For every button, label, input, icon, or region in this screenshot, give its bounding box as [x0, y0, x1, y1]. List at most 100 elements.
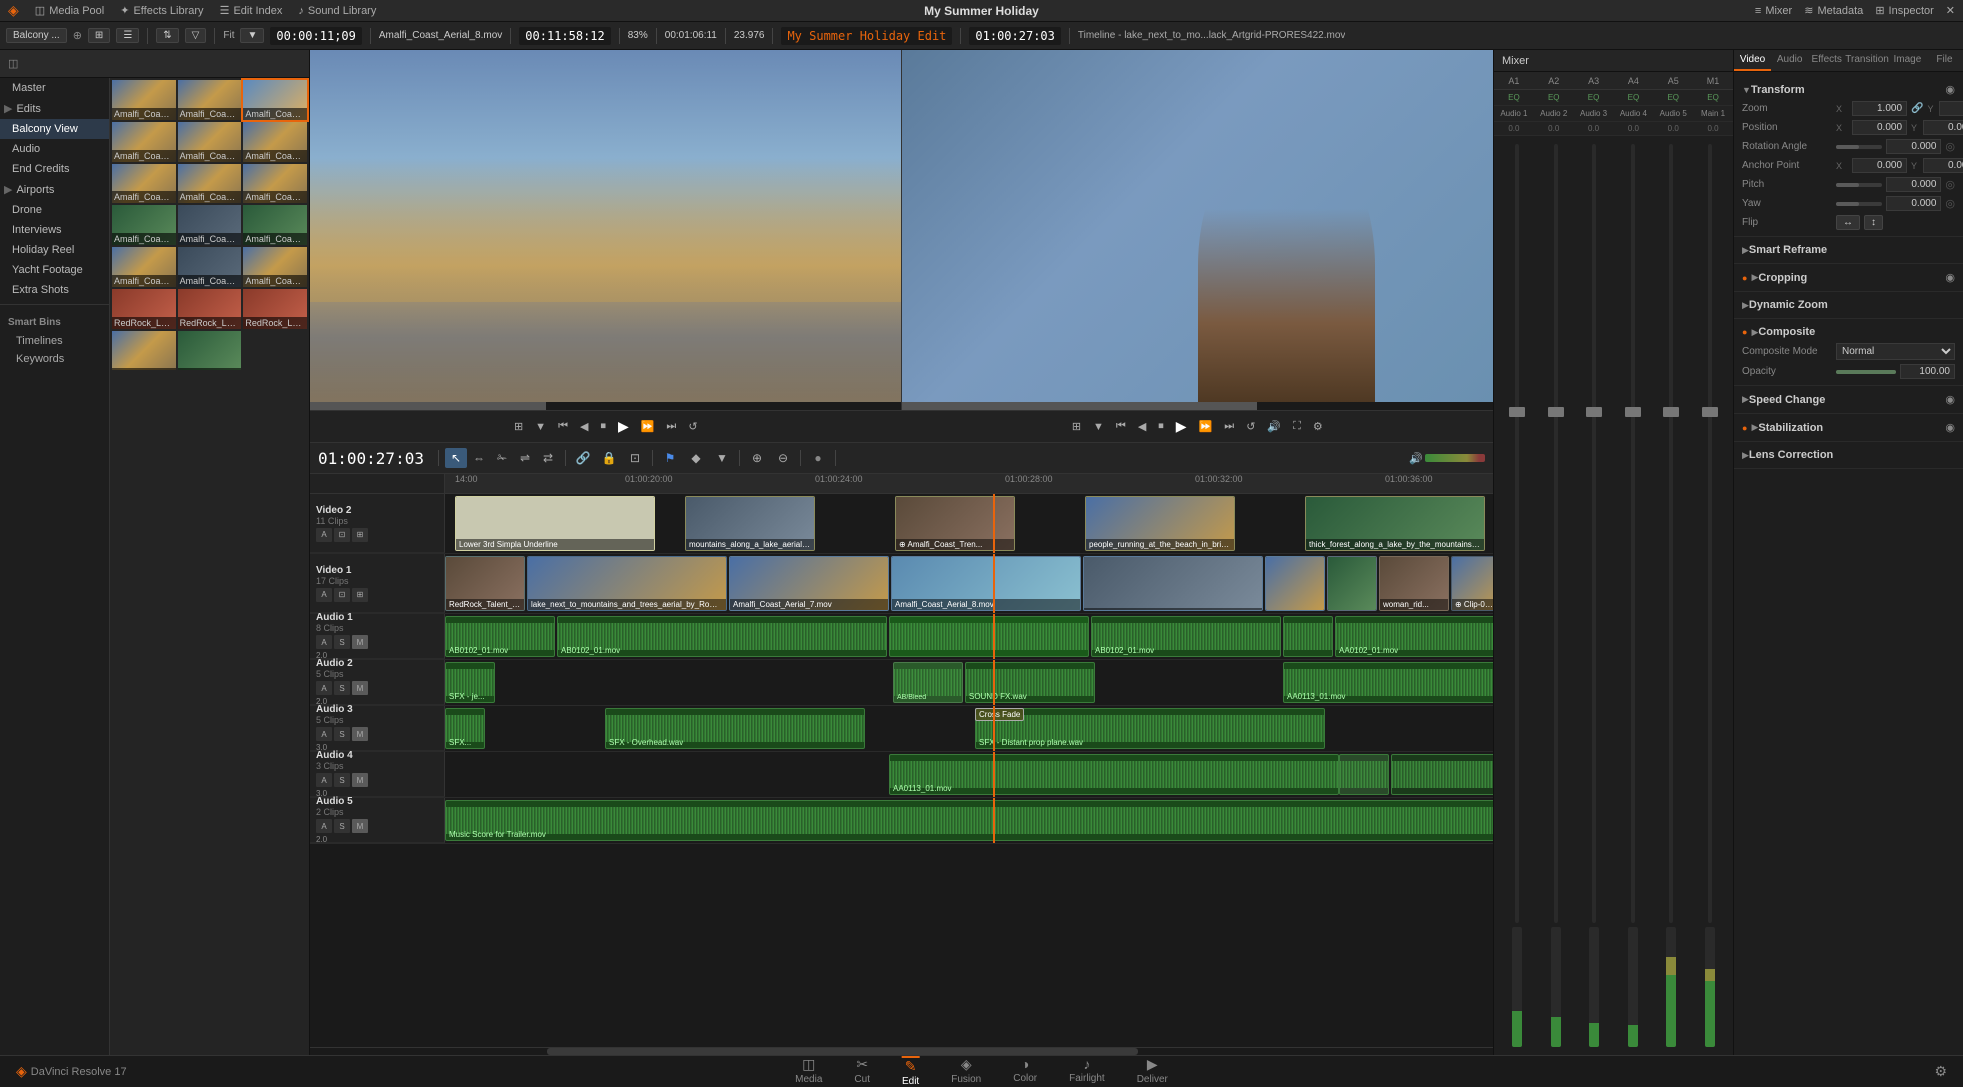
stab-eye[interactable]: ◉: [1945, 421, 1955, 434]
video-clip[interactable]: RedRock_Talent_3...: [445, 556, 525, 611]
video-clip[interactable]: ⊕ Amalfi_Coast_Tren...: [895, 496, 1015, 551]
v2-lock-btn[interactable]: ⊞: [352, 528, 368, 542]
media-thumb[interactable]: Amalfi_Coast_T...: [243, 247, 307, 287]
a1-solo-btn[interactable]: S: [334, 635, 350, 649]
effects-library-btn[interactable]: ✦ Effects Library: [120, 4, 203, 17]
metadata-btn[interactable]: ≋ Metadata: [1804, 4, 1863, 17]
media-thumb[interactable]: RedRock_Land...: [243, 289, 307, 329]
rotation-slider[interactable]: [1836, 145, 1882, 149]
sidebar-item-yacht-footage[interactable]: Yacht Footage: [0, 260, 109, 280]
settings-btn[interactable]: ⚙: [1934, 1063, 1947, 1080]
audio-clip[interactable]: AB0102_01.mov: [445, 616, 555, 657]
razor-tool[interactable]: ✁: [491, 448, 513, 468]
tab-transition[interactable]: Transition: [1845, 50, 1889, 71]
video-clip[interactable]: [1265, 556, 1325, 611]
sidebar-item-end-credits[interactable]: End Credits: [0, 159, 109, 179]
v1-auto-btn[interactable]: A: [316, 588, 332, 602]
view-mode-list[interactable]: ☰: [116, 28, 139, 43]
source-stop[interactable]: ⏹: [597, 418, 609, 435]
eq-a3[interactable]: EQ: [1574, 93, 1614, 102]
prog-next-frame[interactable]: ⏩: [1196, 418, 1216, 435]
sidebar-item-audio[interactable]: Audio: [0, 139, 109, 159]
filter-btn[interactable]: ▽: [185, 28, 207, 43]
media-thumb[interactable]: [178, 331, 242, 371]
tab-audio[interactable]: Audio: [1771, 50, 1808, 71]
a2-solo-btn[interactable]: S: [334, 681, 350, 695]
source-prev-frame[interactable]: ◀: [577, 418, 591, 435]
crop-eye[interactable]: ◉: [1945, 271, 1955, 284]
media-pool-btn[interactable]: ◫ Media Pool: [35, 4, 104, 17]
audio-clip[interactable]: [1391, 754, 1493, 795]
media-thumb[interactable]: Amalfi_Coast_T...: [178, 247, 242, 287]
a4-solo-btn[interactable]: S: [334, 773, 350, 787]
source-play[interactable]: ▶: [615, 416, 632, 437]
composite-header[interactable]: ● ▶ Composite: [1734, 323, 1963, 341]
close-panel-btn[interactable]: ✕: [1946, 4, 1955, 17]
audio-clip[interactable]: Music Score for Trailer.mov: [445, 800, 1493, 841]
view-mode-grid[interactable]: ⊞: [88, 28, 110, 43]
tab-effects[interactable]: Effects: [1808, 50, 1845, 71]
timeline-hscrollbar[interactable]: [310, 1047, 1493, 1055]
sidebar-keywords[interactable]: Keywords: [0, 350, 109, 368]
media-thumb[interactable]: Amalfi_Coast_T...: [178, 205, 242, 245]
source-loop[interactable]: ↺: [685, 418, 700, 435]
media-thumb[interactable]: Amalfi_Coast_T...: [243, 205, 307, 245]
video-clip[interactable]: Amalfi_Coast_Aerial_8.mov: [891, 556, 1081, 611]
dynamic-zoom-header[interactable]: ▶ Dynamic Zoom: [1734, 296, 1963, 314]
sidebar-item-interviews[interactable]: Interviews: [0, 220, 109, 240]
a4-mute-btn[interactable]: M: [352, 773, 368, 787]
video-clip[interactable]: Amalfi_Coast_Aerial_7.mov: [729, 556, 889, 611]
slip-tool[interactable]: ⇌: [514, 448, 536, 468]
audio-clip[interactable]: AA0113_01.mov: [889, 754, 1339, 795]
zoom-in-btn[interactable]: ⊕: [746, 448, 768, 468]
media-thumb[interactable]: Amalfi_Coast_A...: [243, 122, 307, 162]
media-thumb[interactable]: Amalfi_Coast_A...: [112, 80, 176, 120]
eq-a2[interactable]: EQ: [1534, 93, 1574, 102]
composite-mode-select[interactable]: Normal: [1836, 343, 1955, 360]
eye-icon[interactable]: ◉: [1945, 83, 1955, 96]
pos-x-input[interactable]: [1852, 120, 1907, 135]
zoom-x-input[interactable]: [1852, 101, 1907, 116]
prog-skip-end[interactable]: ⏭: [1221, 418, 1237, 435]
bin-selector[interactable]: Balcony ...: [6, 28, 67, 43]
fader-a5[interactable]: [1652, 144, 1691, 1047]
tab-file[interactable]: File: [1926, 50, 1963, 71]
sidebar-item-drone[interactable]: Drone: [0, 200, 109, 220]
v1-src-btn[interactable]: ⊡: [334, 588, 350, 602]
lock-btn[interactable]: 🔒: [598, 448, 620, 468]
pitch-input[interactable]: [1886, 177, 1941, 192]
source-skip-start[interactable]: ⏮: [555, 418, 571, 435]
media-thumb[interactable]: Amalfi_Coast_T...: [243, 164, 307, 204]
media-thumb[interactable]: Amalfi_Coast_T...: [112, 247, 176, 287]
v2-auto-btn[interactable]: A: [316, 528, 332, 542]
nav-media[interactable]: ◫ Media: [795, 1056, 822, 1087]
mixer-btn[interactable]: ≡ Mixer: [1755, 5, 1792, 17]
video-clip[interactable]: mountains_along_a_lake_aerial_by_Roma...: [685, 496, 815, 551]
cropping-header[interactable]: ● ▶ Cropping ◉: [1734, 268, 1963, 287]
a5-mute-btn[interactable]: M: [352, 819, 368, 833]
prog-expand-btn[interactable]: ▼: [1090, 419, 1107, 435]
media-thumb[interactable]: RedRock_Land...: [178, 289, 242, 329]
sidebar-item-extra-shots[interactable]: Extra Shots: [0, 280, 109, 300]
inspector-btn[interactable]: ⊞ Inspector: [1875, 4, 1933, 17]
audio-clip[interactable]: SFX - Overhead.wav: [605, 708, 865, 749]
audio-clip[interactable]: SFX - Distant prop plane.wav: [975, 708, 1325, 749]
prog-audio-btn[interactable]: 🔊: [1264, 418, 1284, 435]
media-thumb[interactable]: Amalfi_Coast_A...: [178, 80, 242, 120]
prog-fullscreen[interactable]: ⛶: [1290, 418, 1304, 435]
audio-clip[interactable]: AA0102_01.mov: [1335, 616, 1493, 657]
smart-reframe-header[interactable]: ▶ Smart Reframe: [1734, 241, 1963, 259]
video-clip[interactable]: [1083, 556, 1263, 611]
record-btn[interactable]: ●: [807, 448, 829, 468]
audio-clip[interactable]: [1283, 616, 1333, 657]
pitch-slider[interactable]: [1836, 183, 1882, 187]
a2-mute-btn[interactable]: M: [352, 681, 368, 695]
prog-prev-frame[interactable]: ◀: [1135, 418, 1149, 435]
video-clip[interactable]: ⊕ Clip-04-weecor-img...: [1451, 556, 1493, 611]
prog-play[interactable]: ▶: [1173, 416, 1190, 437]
audio-clip[interactable]: [889, 616, 1089, 657]
sound-library-btn[interactable]: ♪ Sound Library: [298, 5, 376, 17]
a1-auto-btn[interactable]: A: [316, 635, 332, 649]
fader-a3[interactable]: [1575, 144, 1614, 1047]
pitch-eye[interactable]: ◎: [1945, 178, 1955, 191]
